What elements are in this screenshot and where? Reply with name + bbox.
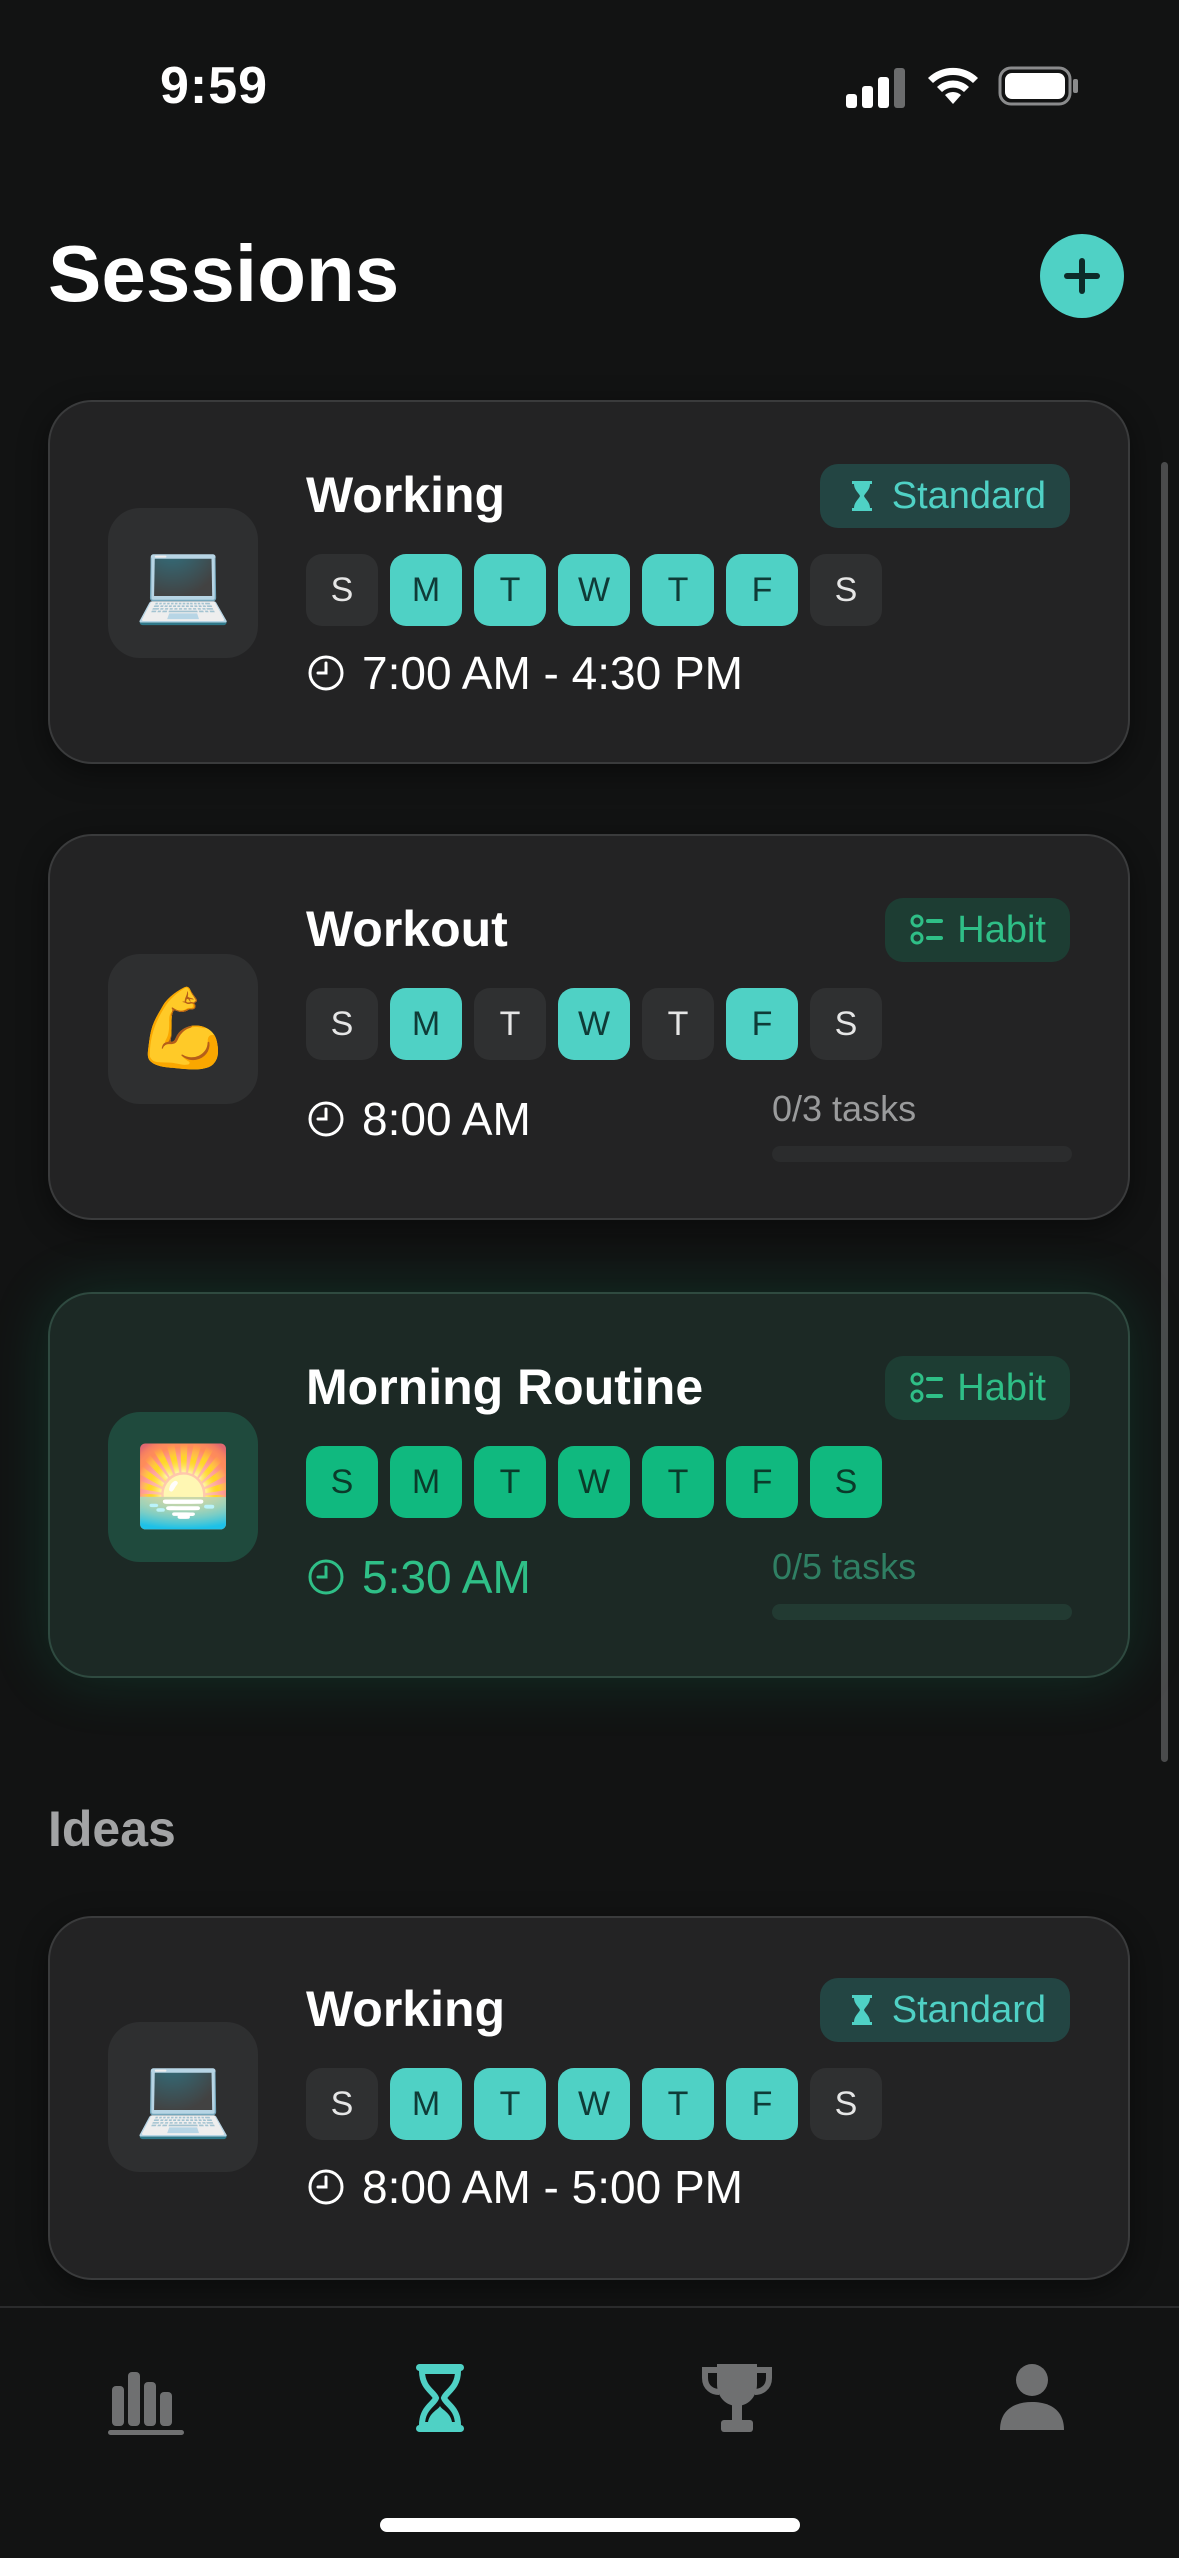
plus-icon: [1064, 258, 1100, 294]
day-chip: M: [390, 2068, 462, 2140]
badge-label: Habit: [957, 1366, 1046, 1409]
day-chip: M: [390, 554, 462, 626]
time-text: 7:00 AM - 4:30 PM: [362, 647, 743, 699]
sunrise-icon: 🌅: [134, 1442, 232, 1530]
flexed-biceps-icon: 💪: [134, 984, 232, 1072]
clock-icon: [308, 2169, 344, 2205]
hourglass-icon: [851, 1995, 872, 2025]
day-chip: W: [558, 2068, 630, 2140]
person-icon: [1000, 2364, 1064, 2430]
clock-icon: [308, 1559, 344, 1595]
day-chip: S: [306, 1446, 378, 1518]
day-chip: F: [726, 554, 798, 626]
task-progress-bar: [772, 1146, 1072, 1162]
day-chip: S: [810, 2068, 882, 2140]
session-card-workout[interactable]: 💪 Workout Habit S M T W T F S 8:00 AM 0/…: [48, 834, 1130, 1220]
session-title: Morning Routine: [306, 1359, 704, 1415]
day-chip: S: [306, 988, 378, 1060]
hourglass-icon: [851, 481, 872, 511]
day-chip: F: [726, 2068, 798, 2140]
habit-badge: Habit: [885, 898, 1070, 962]
day-chip: T: [474, 988, 546, 1060]
session-title: Working: [306, 1981, 506, 2037]
add-session-button[interactable]: [1040, 234, 1124, 318]
session-icon-tile: 💪: [108, 954, 258, 1104]
day-chip: T: [474, 1446, 546, 1518]
wifi-icon: [928, 67, 978, 104]
cellular-signal-icon: [846, 68, 905, 108]
day-chip: S: [306, 2068, 378, 2140]
day-chip: S: [810, 988, 882, 1060]
session-title: Workout: [306, 901, 508, 957]
day-chip: S: [306, 554, 378, 626]
laptop-icon: 💻: [134, 2052, 232, 2140]
home-indicator[interactable]: [380, 2518, 800, 2532]
session-time: 7:00 AM - 4:30 PM: [306, 646, 743, 700]
battery-icon: [998, 66, 1078, 106]
task-progress-bar: [772, 1604, 1072, 1620]
day-chip: T: [474, 554, 546, 626]
hourglass-icon: [416, 2364, 464, 2432]
day-chip: F: [726, 1446, 798, 1518]
habit-badge: Habit: [885, 1356, 1070, 1420]
day-chip: T: [642, 554, 714, 626]
bar-chart-icon: [108, 2372, 184, 2435]
day-chip: W: [558, 554, 630, 626]
session-time: 5:30 AM: [306, 1550, 531, 1604]
session-time: 8:00 AM - 5:00 PM: [306, 2160, 743, 2214]
tab-achievements[interactable]: [697, 2358, 777, 2438]
session-card-working[interactable]: 💻 Working Standard S M T W T F S 7:00 AM…: [48, 400, 1130, 764]
idea-card-working[interactable]: 💻 Working Standard S M T W T F S 8:00 AM…: [48, 1916, 1130, 2280]
task-count: 0/5 tasks: [772, 1546, 917, 1587]
badge-label: Standard: [891, 1988, 1046, 2031]
tab-sessions[interactable]: [400, 2358, 480, 2438]
standard-badge: Standard: [819, 1978, 1070, 2042]
session-time: 8:00 AM: [306, 1092, 531, 1146]
scroll-indicator[interactable]: [1161, 462, 1168, 1762]
tab-profile[interactable]: [992, 2358, 1072, 2438]
day-chip: M: [390, 988, 462, 1060]
time-text: 8:00 AM - 5:00 PM: [362, 2161, 743, 2213]
session-icon-tile: 🌅: [108, 1412, 258, 1562]
session-title: Working: [306, 467, 506, 523]
trophy-icon: [702, 2364, 772, 2432]
standard-badge: Standard: [819, 464, 1070, 528]
day-chip: F: [726, 988, 798, 1060]
session-icon-tile: 💻: [108, 2022, 258, 2172]
section-title-ideas: Ideas: [48, 1801, 176, 1857]
checklist-icon: [910, 1372, 944, 1403]
badge-label: Standard: [891, 474, 1046, 517]
status-bar: 9:59: [0, 0, 1179, 170]
clock-icon: [308, 655, 344, 691]
checklist-icon: [910, 914, 944, 945]
day-chip: S: [810, 554, 882, 626]
day-chip: T: [642, 1446, 714, 1518]
day-chip: W: [558, 988, 630, 1060]
tab-stats[interactable]: [106, 2358, 186, 2438]
day-chip: T: [642, 2068, 714, 2140]
session-card-morning-routine[interactable]: 🌅 Morning Routine Habit S M T W T F S 5:…: [48, 1292, 1130, 1678]
day-chip: S: [810, 1446, 882, 1518]
weekday-row: S M T W T F S: [306, 554, 882, 626]
session-icon-tile: 💻: [108, 508, 258, 658]
laptop-icon: 💻: [134, 538, 232, 626]
task-count: 0/3 tasks: [772, 1088, 917, 1129]
time-text: 8:00 AM: [362, 1093, 531, 1145]
day-chip: T: [642, 988, 714, 1060]
day-chip: M: [390, 1446, 462, 1518]
weekday-row: S M T W T F S: [306, 1446, 882, 1518]
day-chip: T: [474, 2068, 546, 2140]
clock-icon: [308, 1101, 344, 1137]
weekday-row: S M T W T F S: [306, 988, 882, 1060]
page-title: Sessions: [48, 229, 400, 318]
day-chip: W: [558, 1446, 630, 1518]
badge-label: Habit: [957, 908, 1046, 951]
weekday-row: S M T W T F S: [306, 2068, 882, 2140]
status-time: 9:59: [160, 57, 269, 115]
time-text: 5:30 AM: [362, 1551, 531, 1603]
